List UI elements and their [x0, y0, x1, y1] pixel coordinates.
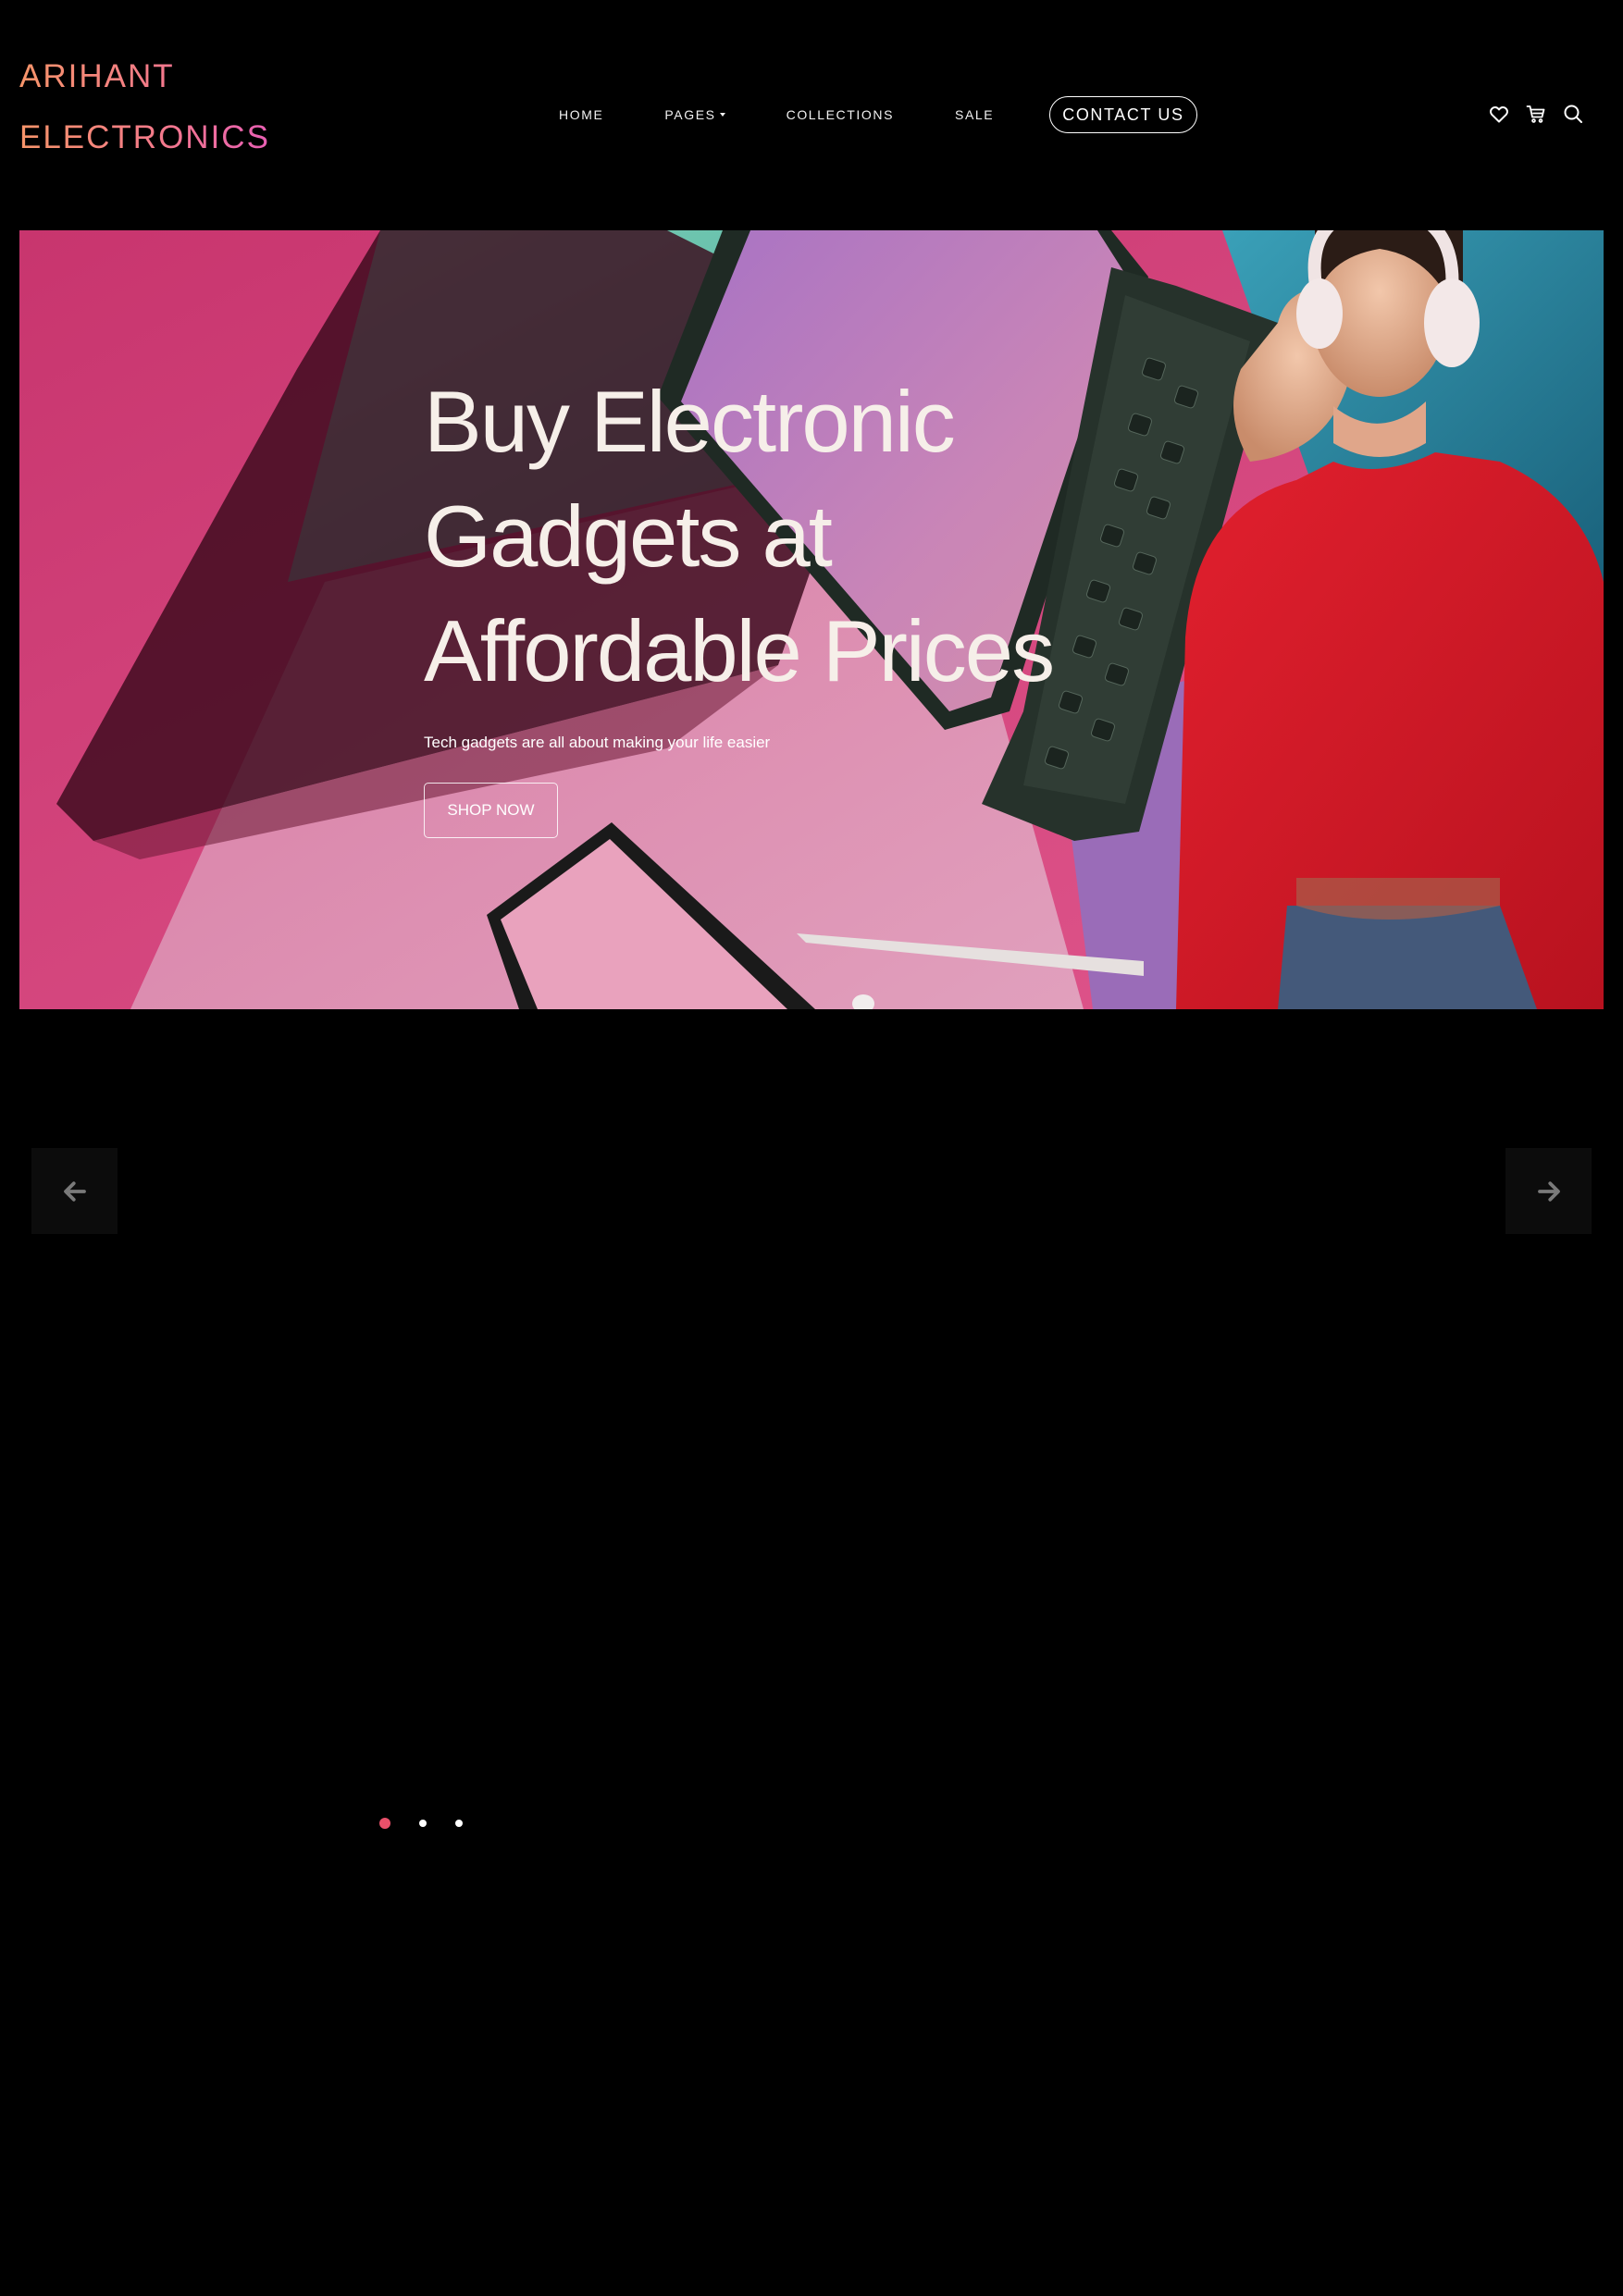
contact-us-button[interactable]: CONTACT US	[1049, 96, 1197, 133]
caret-down-icon	[719, 113, 725, 117]
hero-subtitle: Tech gadgets are all about making your l…	[424, 734, 771, 751]
nav-pages-label: PAGES	[664, 107, 716, 122]
nav-collections[interactable]: COLLECTIONS	[787, 107, 894, 122]
slider-dot-3[interactable]	[455, 1820, 463, 1827]
nav-pages[interactable]: PAGES	[664, 107, 725, 122]
nav-collections-label: COLLECTIONS	[786, 107, 895, 122]
slider-dot-2[interactable]	[419, 1820, 427, 1827]
hero-content: Buy Electronic Gadgets at Affordable Pri…	[424, 364, 1127, 838]
brand-logo[interactable]: ARIHANT ELECTRONICS	[19, 46, 270, 168]
slider-prev-button[interactable]	[31, 1148, 118, 1234]
page: ARIHANT ELECTRONICS HOME PAGES COLLECTIO…	[0, 0, 1623, 2296]
hero-title: Buy Electronic Gadgets at Affordable Pri…	[424, 364, 1127, 709]
search-icon[interactable]	[1560, 101, 1586, 127]
hero-banner: Buy Electronic Gadgets at Affordable Pri…	[19, 230, 1604, 1009]
nav-home-label: HOME	[559, 107, 604, 122]
shop-now-button[interactable]: SHOP NOW	[424, 783, 558, 838]
brand-line-2: ELECTRONICS	[19, 119, 270, 155]
hero-title-line-2: Gadgets at	[424, 488, 833, 585]
arrow-right-icon	[1537, 1180, 1560, 1202]
cart-icon[interactable]	[1523, 101, 1549, 127]
heart-icon[interactable]	[1486, 101, 1512, 127]
nav-sale-label: SALE	[955, 107, 995, 122]
nav-home[interactable]: HOME	[559, 107, 603, 122]
hero-title-line-1: Buy Electronic	[424, 373, 956, 470]
header-icons	[1486, 101, 1586, 127]
slider-dots	[379, 1818, 463, 1829]
hero-title-line-3: Affordable Prices	[424, 602, 1055, 699]
arrow-left-icon	[63, 1180, 86, 1202]
nav-sale[interactable]: SALE	[955, 107, 994, 122]
main-nav: HOME PAGES COLLECTIONS SALE CONTACT US	[559, 96, 1197, 133]
slider-dot-1[interactable]	[379, 1818, 390, 1829]
brand-line-1: ARIHANT	[19, 58, 175, 94]
slider-next-button[interactable]	[1505, 1148, 1592, 1234]
